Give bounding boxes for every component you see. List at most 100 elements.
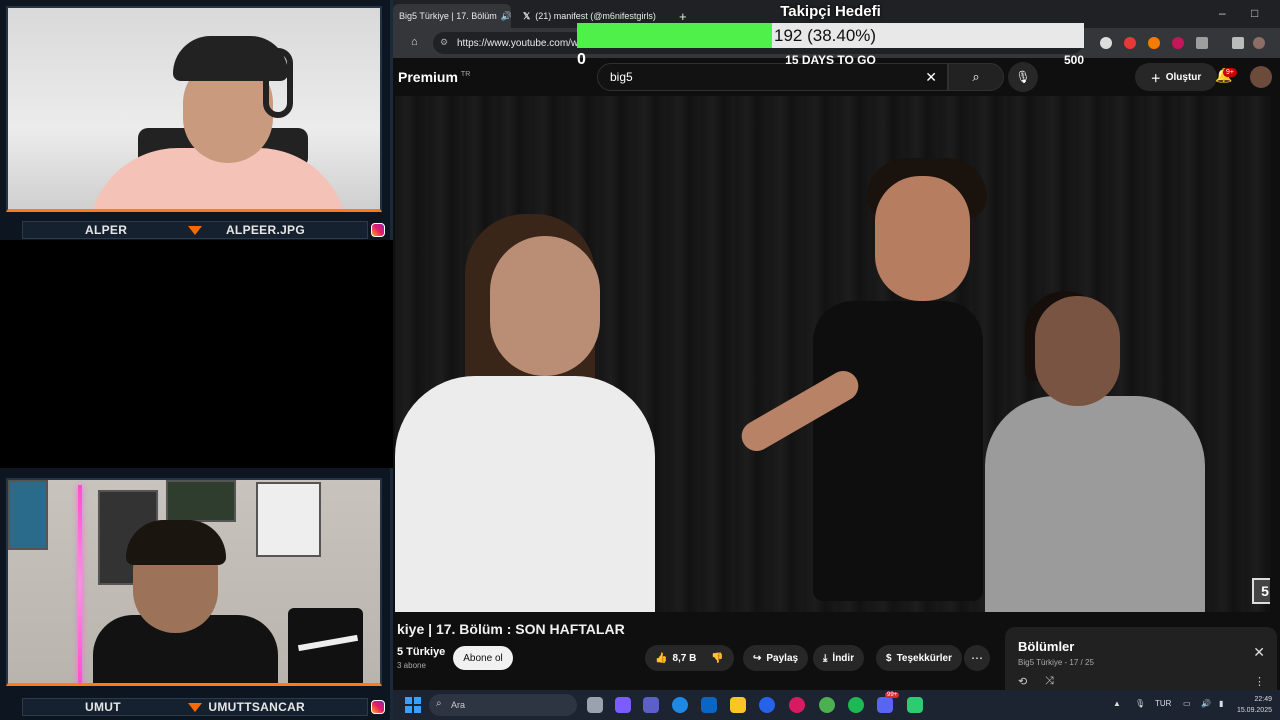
instagram-icon <box>371 223 385 237</box>
chrome-icon[interactable] <box>819 697 835 713</box>
share-label: Paylaş <box>766 652 799 664</box>
windows-start-icon[interactable] <box>405 697 421 713</box>
download-button[interactable]: ⤓ İndir <box>813 645 865 671</box>
triangle-marker-icon <box>188 703 202 712</box>
extension-icon[interactable] <box>1148 37 1160 49</box>
poster <box>8 480 48 550</box>
region-code: TR <box>460 71 471 79</box>
webcam-top-video <box>6 6 382 212</box>
tab-label: Big5 Türkiye | 17. Bölüm <box>399 11 497 21</box>
share-button[interactable]: ↪ Paylaş <box>743 645 809 671</box>
playlist-title: Bölümler <box>1018 639 1075 654</box>
outlook-icon[interactable] <box>701 697 717 713</box>
system-clock[interactable]: 22:49 15.09.2025 <box>1237 694 1272 716</box>
thumbs-down-icon[interactable]: 👎 <box>711 653 723 664</box>
goal-progress-fill <box>577 23 772 48</box>
thumbs-up-icon: 👍 <box>655 652 668 664</box>
instagram-handle: UMUTTSANCAR <box>208 700 305 714</box>
profile-icon[interactable] <box>1253 37 1265 49</box>
video-title: kiye | 17. Bölüm : SON HAFTALAR <box>397 621 625 637</box>
language-indicator[interactable]: TUR <box>1155 699 1171 708</box>
shuffle-icon[interactable]: ⤨ <box>1045 675 1054 688</box>
teams-icon[interactable] <box>643 697 659 713</box>
mic-icon: 🎙 <box>1015 70 1031 84</box>
webcam-bottom-video <box>6 478 382 686</box>
close-icon[interactable]: ✕ <box>1253 644 1265 661</box>
app-icon[interactable] <box>759 697 775 713</box>
create-button[interactable]: ＋ Oluştur <box>1135 63 1217 91</box>
taskbar-search[interactable]: ⌕ Ara <box>429 694 577 716</box>
notification-badge: 9+ <box>1223 68 1237 77</box>
spotify-icon[interactable] <box>848 697 864 713</box>
dancer-head <box>1035 296 1120 406</box>
headphones <box>263 48 293 118</box>
network-icon[interactable]: ▭ <box>1183 699 1191 708</box>
tab-youtube[interactable]: Big5 Türkiye | 17. Bölüm 🔊 ✕ <box>393 4 511 28</box>
webcam-bottom-namebar: UMUT UMUTTSANCAR <box>22 698 385 716</box>
minimize-button[interactable]: – <box>1219 6 1226 20</box>
app-icon[interactable] <box>907 697 923 713</box>
youtube-premium-logo[interactable]: Premium TR <box>398 69 470 85</box>
streamer-name: ALPER <box>85 223 128 237</box>
goal-max: 500 <box>1063 53 1084 67</box>
discord-icon[interactable] <box>877 697 893 713</box>
search-value: big5 <box>610 70 633 84</box>
instagram-handle: ALPEER.JPG <box>225 223 305 237</box>
plus-icon: ＋ <box>1150 73 1161 85</box>
windows-taskbar: ⌕ Ara 99+ ▲ 🎙 TUR ▭ 🔊 ▮ 22:49 15.09.2025 <box>393 690 1280 720</box>
streamer-hair <box>126 520 226 565</box>
app-icon[interactable] <box>789 697 805 713</box>
dancer-grey-jacket <box>985 396 1205 612</box>
shield-icon[interactable] <box>1100 37 1112 49</box>
playlist-subtitle: Big5 Türkiye - 17 / 25 <box>1018 658 1094 667</box>
poster <box>166 480 236 522</box>
edge-icon[interactable] <box>672 697 688 713</box>
follower-goal-widget: Takipçi Hedefi 192 (38.40%) 0 15 DAYS TO… <box>577 0 1084 70</box>
volume-icon[interactable]: 🔊 <box>1201 699 1211 708</box>
brand-text: Premium <box>398 69 458 85</box>
loop-icon[interactable]: ⟲ <box>1018 675 1027 688</box>
poster <box>256 482 321 557</box>
avatar[interactable] <box>1250 66 1272 88</box>
webcam-top: ALPER ALPEER.JPG <box>0 0 393 240</box>
url-text: https://www.youtube.com/wa <box>457 37 584 49</box>
battery-icon[interactable]: ▮ <box>1219 699 1223 708</box>
more-options-button[interactable]: ⋯ <box>964 645 990 671</box>
screen: ALPER ALPEER.JPG UMUT UMUTTSANCAR Big5 T… <box>0 0 1280 720</box>
goal-days-left: 15 DAYS TO GO <box>785 53 876 67</box>
like-button[interactable]: 👍 8,7 B 👎 <box>645 645 734 671</box>
file-explorer-icon[interactable] <box>730 697 746 713</box>
triangle-marker-icon <box>188 226 202 235</box>
instagram-icon <box>371 700 385 714</box>
menu-icon[interactable] <box>1232 37 1244 49</box>
dancer-white-shirt <box>395 376 655 612</box>
more-icon: ⋯ <box>971 651 983 665</box>
extension-icon[interactable] <box>1172 37 1184 49</box>
super-thanks-icon: $ <box>886 652 892 664</box>
home-icon[interactable]: ⌂ <box>411 36 418 48</box>
dancer-head <box>490 236 600 376</box>
puzzle-icon[interactable] <box>1196 37 1208 49</box>
task-view-icon[interactable] <box>587 697 603 713</box>
empty-overlay-area <box>0 240 393 468</box>
video-player[interactable]: 5 <box>395 96 1270 612</box>
clock-time: 22:49 <box>1254 696 1272 703</box>
goal-value: 192 (38.40%) <box>774 26 877 45</box>
mic-icon[interactable]: 🎙 <box>1135 699 1145 708</box>
browser-window: Big5 Türkiye | 17. Bölüm 🔊 ✕ 𝕏 (21) mani… <box>393 0 1280 690</box>
more-icon[interactable]: ⋮ <box>1254 675 1265 688</box>
subscribe-button[interactable]: Abone ol <box>453 646 513 670</box>
channel-name[interactable]: 5 Türkiye <box>397 646 445 658</box>
extension-icon[interactable] <box>1124 37 1136 49</box>
copilot-icon[interactable] <box>615 697 631 713</box>
site-settings-icon[interactable]: ⚙ <box>440 37 448 48</box>
speaker-icon: 🔊 <box>500 10 511 21</box>
download-icon: ⤓ <box>823 652 828 664</box>
clear-search-icon[interactable]: ✕ <box>925 69 937 86</box>
chevron-up-icon[interactable]: ▲ <box>1113 699 1121 708</box>
webcam-bottom: UMUT UMUTTSANCAR <box>0 468 393 720</box>
led-strip <box>78 485 82 683</box>
discord-badge: 99+ <box>885 692 900 698</box>
maximize-button[interactable]: □ <box>1251 6 1258 20</box>
thanks-button[interactable]: $ Teşekkürler <box>876 645 962 671</box>
